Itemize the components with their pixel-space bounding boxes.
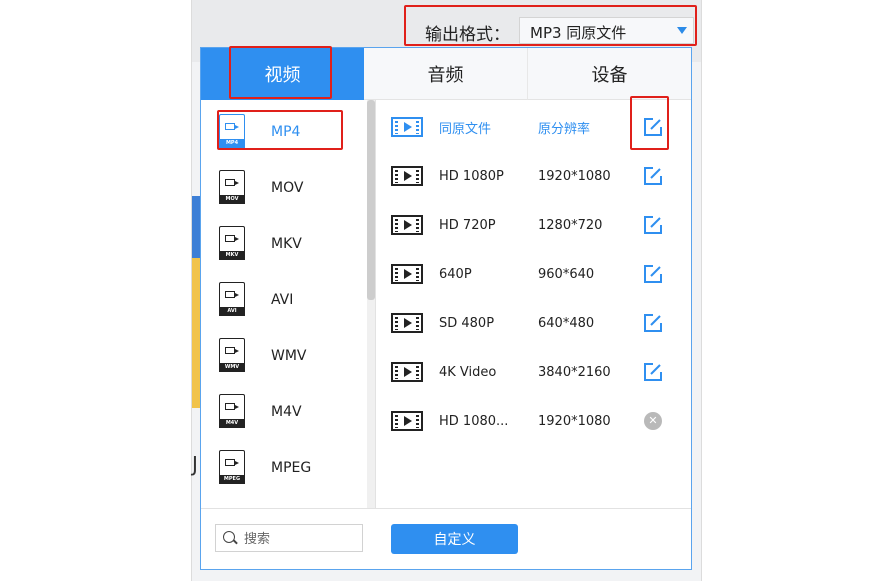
preset-resolution: 1920*1080 (538, 413, 611, 429)
format-popup: 视频 音频 设备 MP4 MP4 MOV MOV MKV MKV AVI AVI… (200, 47, 692, 570)
format-name: MP4 (271, 124, 301, 140)
output-format-label: 输出格式： (425, 25, 510, 45)
preset-resolution: 1920*1080 (538, 168, 611, 184)
edit-icon[interactable] (642, 116, 664, 138)
format-item-m4v[interactable]: M4V M4V (219, 390, 359, 434)
format-list: MP4 MP4 MOV MOV MKV MKV AVI AVI WMV WMV … (201, 100, 376, 508)
preset-name: HD 1080P (439, 168, 504, 184)
preset-name: 4K Video (439, 364, 497, 380)
format-name: MOV (271, 180, 304, 196)
tab-device[interactable]: 设备 (528, 48, 691, 100)
background-text: J (192, 452, 198, 476)
edit-icon[interactable] (642, 214, 664, 236)
search-input[interactable] (242, 528, 356, 550)
tab-video[interactable]: 视频 (201, 48, 364, 100)
search-icon (223, 531, 235, 543)
format-item-mkv[interactable]: MKV MKV (219, 222, 359, 266)
film-icon (391, 362, 423, 382)
preset-row[interactable]: 640P 960*640 (391, 259, 681, 289)
edit-icon[interactable] (642, 165, 664, 187)
format-item-mp4[interactable]: MP4 MP4 (219, 110, 359, 154)
output-format-dropdown[interactable]: MP3 同原文件 (519, 17, 694, 44)
preset-name: HD 1080... (439, 413, 509, 429)
film-icon (391, 411, 423, 431)
format-name: WMV (271, 348, 307, 364)
video-file-icon: AVI (219, 282, 247, 318)
edit-icon[interactable] (642, 361, 664, 383)
video-file-icon: MKV (219, 226, 247, 262)
film-icon (391, 166, 423, 186)
edit-icon[interactable] (642, 312, 664, 334)
preset-row[interactable]: SD 480P 640*480 (391, 308, 681, 338)
preset-row[interactable]: 4K Video 3840*2160 (391, 357, 681, 387)
format-item-mpeg[interactable]: MPEG MPEG (219, 446, 359, 490)
edit-icon[interactable] (642, 263, 664, 285)
preset-resolution: 原分辨率 (538, 121, 591, 137)
video-file-icon: MP4 (219, 114, 247, 150)
film-icon (391, 264, 423, 284)
preset-row[interactable]: HD 1080... 1920*1080 ✕ (391, 406, 681, 436)
search-box[interactable] (215, 524, 363, 552)
video-file-icon: WMV (219, 338, 247, 374)
format-item-avi[interactable]: AVI AVI (219, 278, 359, 322)
close-icon[interactable]: ✕ (644, 412, 662, 430)
caret-down-icon (677, 27, 687, 34)
preset-resolution: 960*640 (538, 266, 595, 282)
preset-name: 640P (439, 266, 472, 282)
preset-resolution: 1280*720 (538, 217, 603, 233)
format-name: MPEG (271, 460, 312, 476)
preset-name: 同原文件 (439, 121, 492, 137)
custom-button[interactable]: 自定义 (391, 524, 518, 554)
preset-name: HD 720P (439, 217, 496, 233)
format-list-scrollbar[interactable] (367, 100, 375, 508)
film-icon (391, 117, 423, 137)
film-icon (391, 313, 423, 333)
preset-row[interactable]: HD 720P 1280*720 (391, 210, 681, 240)
format-item-mov[interactable]: MOV MOV (219, 166, 359, 210)
preset-name: SD 480P (439, 315, 495, 331)
output-format-value: MP3 同原文件 (530, 24, 627, 42)
video-file-icon: MPEG (219, 450, 247, 486)
preset-row[interactable]: HD 1080P 1920*1080 (391, 161, 681, 191)
preset-row[interactable]: 同原文件 原分辨率 (391, 112, 681, 142)
tab-audio[interactable]: 音频 (364, 48, 528, 100)
format-name: AVI (271, 292, 294, 308)
format-item-wmv[interactable]: WMV WMV (219, 334, 359, 378)
footer-divider (201, 508, 691, 509)
video-file-icon: MOV (219, 170, 247, 206)
scrollbar-thumb[interactable] (367, 100, 375, 300)
preset-resolution: 3840*2160 (538, 364, 611, 380)
preset-resolution: 640*480 (538, 315, 595, 331)
video-file-icon: M4V (219, 394, 247, 430)
format-name: M4V (271, 404, 302, 420)
format-name: MKV (271, 236, 302, 252)
film-icon (391, 215, 423, 235)
